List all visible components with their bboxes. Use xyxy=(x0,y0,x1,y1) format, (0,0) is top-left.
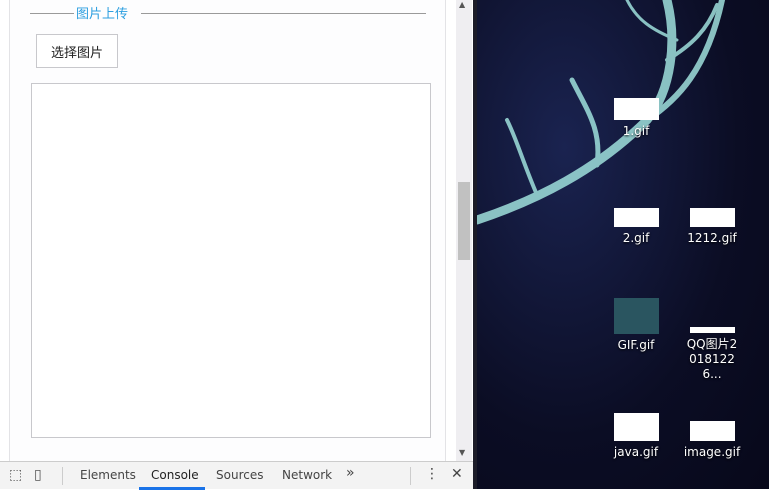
divider xyxy=(410,467,411,485)
file-thumbnail xyxy=(689,208,735,227)
desktop-icon-qq-image[interactable]: QQ图片20181226... xyxy=(677,327,747,382)
tab-console[interactable]: Console xyxy=(151,468,199,482)
image-preview-area xyxy=(31,83,431,438)
file-thumbnail xyxy=(689,327,735,333)
devtools-toolbar: ⬚ ▯ Elements Console Sources Network » ⋮… xyxy=(0,461,473,490)
file-thumbnail xyxy=(613,208,659,227)
file-thumbnail xyxy=(613,298,659,334)
icon-label: GIF.gif xyxy=(617,338,655,352)
desktop-icon-imagegif[interactable]: image.gif xyxy=(677,421,747,460)
icon-label: 1.gif xyxy=(622,124,650,138)
desktop-icon-2gif[interactable]: 2.gif xyxy=(601,208,671,246)
icon-label: 2.gif xyxy=(622,231,650,245)
inspect-element-icon[interactable]: ⬚ xyxy=(9,467,22,483)
vertical-scrollbar[interactable]: ▲ ▼ xyxy=(456,0,472,461)
desktop-icon-1212gif[interactable]: 1212.gif xyxy=(677,208,747,246)
fieldset-legend: 图片上传 xyxy=(76,7,129,22)
file-thumbnail xyxy=(613,98,659,120)
icon-label: java.gif xyxy=(613,445,659,459)
browser-page-pane: 图片上传 选择图片 ▲ ▼ ⬚ ▯ Elements Console Sourc… xyxy=(0,0,473,490)
desktop-icon-GIFgif[interactable]: GIF.gif xyxy=(601,298,671,353)
tab-elements[interactable]: Elements xyxy=(80,468,136,482)
desktop-icon-1gif[interactable]: 1.gif xyxy=(601,98,671,139)
icon-label: 1212.gif xyxy=(687,231,737,245)
device-toolbar-icon[interactable]: ▯ xyxy=(34,467,42,483)
scroll-down-icon[interactable]: ▼ xyxy=(459,448,465,457)
more-tabs-icon[interactable]: » xyxy=(346,465,355,481)
file-thumbnail xyxy=(613,413,659,441)
icon-label: QQ图片20181226... xyxy=(686,337,738,381)
menu-icon[interactable]: ⋮ xyxy=(425,466,439,482)
legend-line-left xyxy=(30,13,74,14)
desktop: 1.gif 2.gif 1212.gif GIF.gif QQ图片2018122… xyxy=(477,0,769,489)
legend-line-right xyxy=(141,13,426,14)
choose-image-button[interactable]: 选择图片 xyxy=(36,34,118,68)
scrollbar-thumb[interactable] xyxy=(458,182,470,260)
close-icon[interactable]: ✕ xyxy=(451,466,463,482)
icon-label: image.gif xyxy=(683,445,741,459)
divider xyxy=(62,467,63,485)
scroll-up-icon[interactable]: ▲ xyxy=(459,0,465,9)
file-thumbnail xyxy=(689,421,735,441)
tab-sources[interactable]: Sources xyxy=(216,468,263,482)
desktop-icon-javagif[interactable]: java.gif xyxy=(601,413,671,460)
upload-form: 图片上传 选择图片 xyxy=(9,0,446,461)
tab-network[interactable]: Network xyxy=(282,468,332,482)
